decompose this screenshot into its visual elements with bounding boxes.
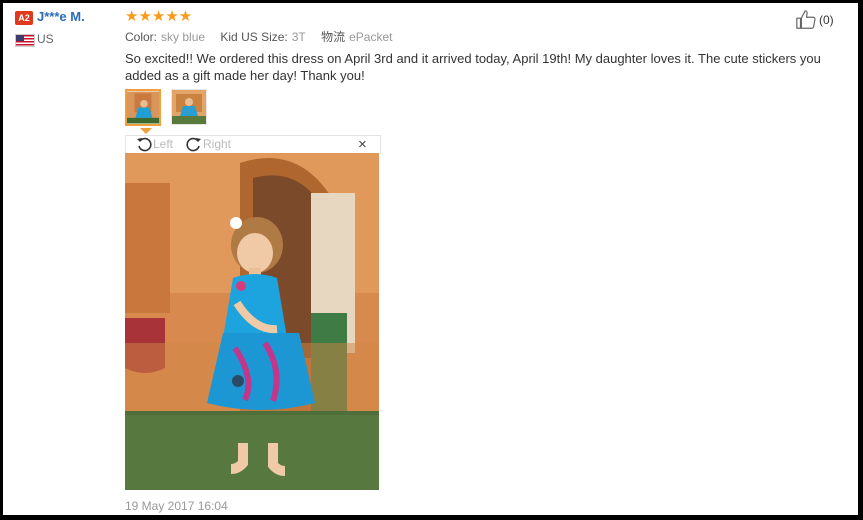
review-photo-thumbnail-1[interactable] — [125, 89, 161, 126]
rotate-left-button[interactable]: Left — [136, 136, 173, 152]
like-button[interactable]: (0) — [795, 9, 834, 31]
rotate-left-label: Left — [153, 137, 174, 151]
reviewer-country: US — [37, 32, 54, 46]
star-rating: ★★★★★ — [125, 8, 193, 25]
rotate-right-button[interactable]: Right — [186, 136, 231, 152]
rotate-right-label: Right — [203, 137, 232, 151]
review-card: A2 J***e M. US ★★★★★ Color: sky blue Kid … — [3, 3, 858, 515]
us-flag-icon — [15, 34, 35, 47]
reviewer-name[interactable]: J***e M. — [37, 9, 85, 24]
thumbs-up-icon — [796, 10, 816, 29]
level-badge: A2 — [15, 11, 33, 25]
close-viewer-button[interactable]: × — [358, 137, 367, 153]
review-photo-large — [125, 153, 379, 490]
rotate-right-icon — [186, 137, 201, 152]
product-attributes: Color: sky blue Kid US Size: 3T 物流 ePacket — [125, 28, 404, 45]
attr-shipping: 物流 ePacket — [321, 30, 393, 44]
review-photo-thumbnail-2[interactable] — [171, 89, 207, 125]
review-text: So excited!! We ordered this dress on Ap… — [125, 51, 821, 83]
rotate-left-icon — [137, 137, 152, 152]
active-thumbnail-caret — [140, 128, 152, 134]
attr-color: Color: sky blue — [125, 30, 206, 44]
attr-size: Kid US Size: 3T — [220, 30, 306, 44]
like-count: (0) — [819, 13, 834, 27]
review-date: 19 May 2017 16:04 — [125, 499, 228, 513]
